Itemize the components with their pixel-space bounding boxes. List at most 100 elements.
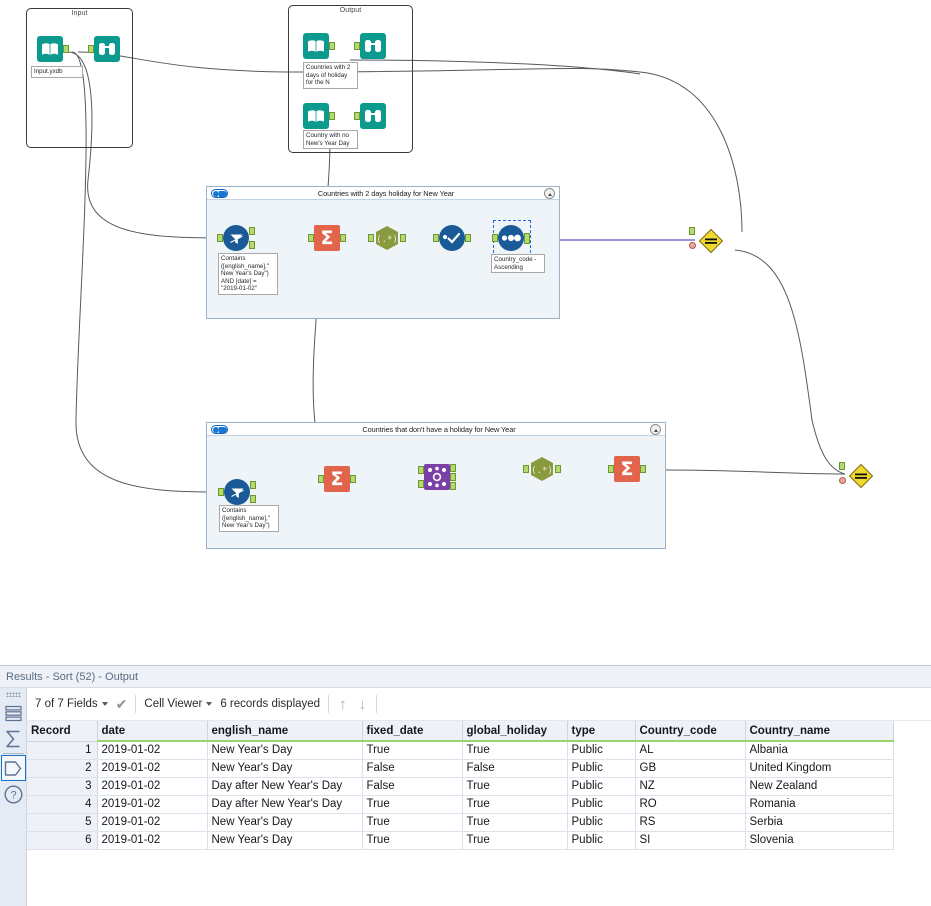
- sidebar-item-records[interactable]: [1, 700, 26, 726]
- table-row[interactable]: 5 2019-01-02 New Year's Day True True Public R…: [27, 813, 894, 832]
- input-port[interactable]: [308, 234, 314, 242]
- summarize-tool-3[interactable]: Σ: [608, 456, 646, 482]
- false-output-port[interactable]: [250, 495, 256, 503]
- sidebar-item-help[interactable]: ?: [1, 781, 26, 807]
- regex-tool-2[interactable]: (.*): [523, 456, 561, 482]
- true-output-port[interactable]: [250, 481, 256, 489]
- results-table[interactable]: Record date english_name fixed_date global_h…: [27, 721, 894, 850]
- workflow-container-2-header[interactable]: Countries that don't have a holiday for …: [207, 423, 665, 436]
- sidebar-item-metadata[interactable]: [0, 755, 26, 781]
- workflow-container-1-header[interactable]: Countries with 2 days holiday for New Ye…: [207, 187, 559, 200]
- input-port[interactable]: [354, 42, 360, 50]
- sort-1-annotation: Country_code - Ascending: [491, 254, 545, 274]
- output-port[interactable]: [524, 233, 530, 244]
- join-tool-1[interactable]: [418, 464, 456, 490]
- browse-tool-input[interactable]: [88, 36, 120, 62]
- column-header-country_name[interactable]: Country_name: [745, 721, 894, 742]
- browse-tool-output-2[interactable]: [354, 103, 386, 129]
- table-row[interactable]: 6 2019-01-02 New Year's Day True True Public S…: [27, 831, 894, 850]
- table-cell: 6: [27, 831, 98, 850]
- input-port[interactable]: [218, 488, 224, 496]
- chevron-down-icon[interactable]: [101, 702, 108, 706]
- input-port-bottom[interactable]: [689, 242, 696, 249]
- output-port[interactable]: [63, 45, 69, 53]
- table-row[interactable]: 2 2019-01-02 New Year's Day False False Publi…: [27, 759, 894, 778]
- output-port[interactable]: [640, 465, 646, 473]
- chevron-down-icon[interactable]: [206, 702, 213, 706]
- table-cell: New Year's Day: [207, 741, 363, 760]
- column-header-english_name[interactable]: english_name: [207, 721, 363, 742]
- output-port[interactable]: [329, 42, 335, 50]
- input-port-top[interactable]: [689, 227, 695, 235]
- fields-selector[interactable]: 7 of 7 Fields: [35, 698, 108, 710]
- summarize-tool-2[interactable]: Σ: [318, 466, 356, 492]
- container-input[interactable]: Input: [26, 8, 133, 148]
- results-table-wrapper[interactable]: Record date english_name fixed_date global_h…: [27, 721, 931, 906]
- table-row[interactable]: 1 2019-01-02 New Year's Day True True Public A…: [27, 741, 894, 760]
- true-output-port[interactable]: [249, 227, 255, 235]
- book-icon: [42, 42, 58, 55]
- regex-icon: (.*): [529, 456, 555, 482]
- chevron-up-icon[interactable]: [650, 423, 661, 435]
- column-header-type[interactable]: type: [567, 721, 636, 742]
- output-port[interactable]: [465, 234, 471, 242]
- drag-handle-icon[interactable]: [5, 692, 21, 697]
- input-port[interactable]: [354, 112, 360, 120]
- container-link-1[interactable]: [689, 227, 724, 254]
- regex-tool-1[interactable]: (.*): [368, 225, 406, 251]
- container-link-2[interactable]: [839, 462, 874, 489]
- output-data-tool-2[interactable]: [303, 103, 335, 129]
- column-header-country_code[interactable]: Country_code: [635, 721, 746, 742]
- container-toggle-switch[interactable]: [211, 188, 228, 198]
- false-output-port[interactable]: [249, 241, 255, 249]
- checkmark-dots-icon: [439, 225, 465, 251]
- workflow-canvas[interactable]: Input Input.yxdb Output Countries with 2…: [0, 0, 931, 665]
- input-port[interactable]: [523, 465, 529, 473]
- output-port[interactable]: [400, 234, 406, 242]
- column-header-fixed_date[interactable]: fixed_date: [362, 721, 463, 742]
- input-port[interactable]: [368, 234, 374, 242]
- table-row[interactable]: 3 2019-01-02 Day after New Year's Day False…: [27, 777, 894, 796]
- unique-tool-1[interactable]: [433, 225, 471, 251]
- input-port[interactable]: [492, 234, 498, 242]
- workflow-container-1-title: Countries with 2 days holiday for New Ye…: [317, 188, 455, 198]
- apply-check-icon[interactable]: ✔: [116, 696, 128, 713]
- join-output-port[interactable]: [450, 473, 456, 481]
- filter-tool-1[interactable]: [217, 225, 255, 251]
- left-input-port[interactable]: [418, 466, 424, 474]
- table-row[interactable]: 4 2019-01-02 Day after New Year's Day True T…: [27, 795, 894, 814]
- input-port[interactable]: [88, 45, 94, 53]
- sidebar-item-messages[interactable]: [1, 726, 26, 752]
- table-cell: AL: [635, 741, 746, 760]
- chevron-up-icon[interactable]: [544, 187, 555, 199]
- right-input-port[interactable]: [418, 480, 424, 488]
- browse-tool-output-1[interactable]: [354, 33, 386, 59]
- viewer-selector[interactable]: Cell Viewer: [144, 698, 213, 710]
- input-port[interactable]: [217, 234, 223, 242]
- input-port[interactable]: [433, 234, 439, 242]
- sort-tool-1[interactable]: [492, 220, 531, 258]
- output-port[interactable]: [555, 465, 561, 473]
- scroll-down-button[interactable]: ↓: [357, 696, 369, 713]
- output-data-tool-1[interactable]: [303, 33, 335, 59]
- input-port[interactable]: [318, 475, 324, 483]
- filter-tool-2[interactable]: [218, 479, 256, 505]
- output-port[interactable]: [340, 234, 346, 242]
- fields-label: 7 of 7 Fields: [35, 698, 98, 710]
- right-output-port[interactable]: [450, 482, 456, 490]
- column-header-global_holiday[interactable]: global_holiday: [462, 721, 568, 742]
- input-port-top[interactable]: [839, 462, 845, 470]
- output-port[interactable]: [350, 475, 356, 483]
- input-port-bottom[interactable]: [839, 477, 846, 484]
- summarize-tool-1[interactable]: Σ: [308, 225, 346, 251]
- column-header-record[interactable]: Record: [27, 721, 98, 742]
- column-header-date[interactable]: date: [97, 721, 208, 742]
- table-cell: 2019-01-02: [97, 759, 208, 778]
- output-port[interactable]: [329, 112, 335, 120]
- left-output-port[interactable]: [450, 464, 456, 472]
- input-data-tool[interactable]: [37, 36, 69, 62]
- scroll-up-button[interactable]: ↑: [337, 696, 349, 713]
- container-toggle-switch[interactable]: [211, 424, 228, 434]
- input-port[interactable]: [608, 465, 614, 473]
- funnel-icon: [229, 484, 245, 500]
